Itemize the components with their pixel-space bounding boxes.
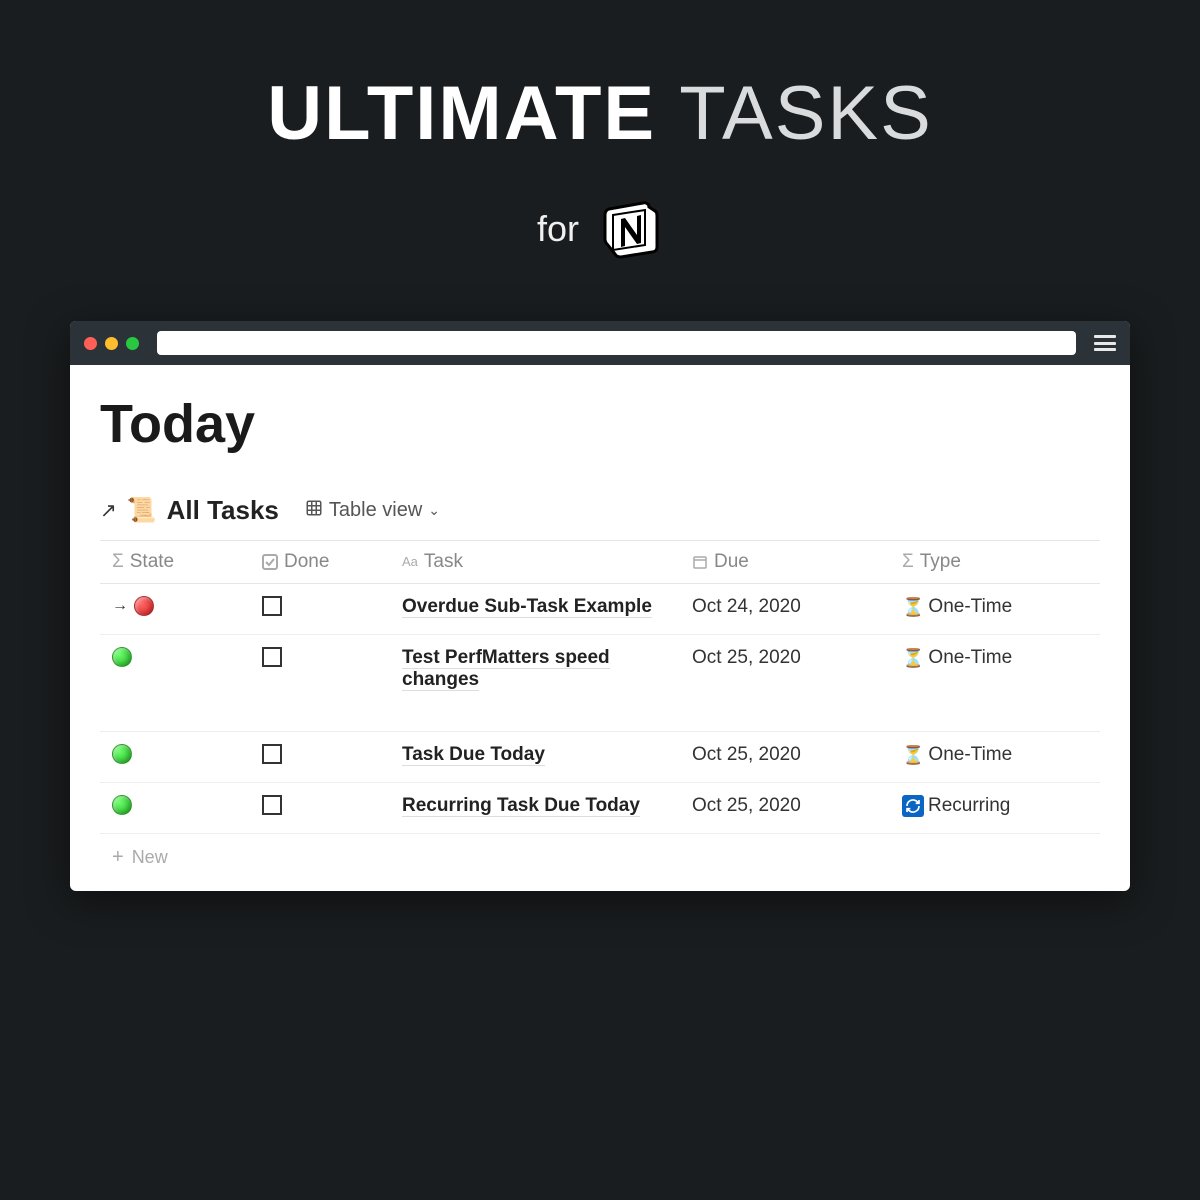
done-cell bbox=[250, 732, 390, 783]
text-icon: Aa bbox=[402, 554, 418, 569]
col-header-done[interactable]: Done bbox=[250, 541, 390, 584]
page-title: Today bbox=[100, 393, 1100, 455]
table-row[interactable]: →Overdue Sub-Task ExampleOct 24, 2020⏳On… bbox=[100, 584, 1100, 635]
task-cell[interactable]: Task Due Today bbox=[390, 732, 680, 783]
type-label: One-Time bbox=[928, 744, 1012, 766]
green-status-dot-icon bbox=[112, 795, 132, 815]
type-cell: ⏳One-Time bbox=[890, 584, 1100, 635]
for-label: for bbox=[537, 208, 579, 250]
table-row[interactable]: Task Due TodayOct 25, 2020⏳One-Time bbox=[100, 732, 1100, 783]
database-header: ↗ 📜 All Tasks Table view ⌄ bbox=[100, 495, 1100, 526]
table-row[interactable]: Recurring Task Due Today Oct 25, 2020 Recu… bbox=[100, 783, 1100, 834]
traffic-lights bbox=[84, 337, 139, 350]
notion-logo-icon bbox=[599, 197, 663, 261]
url-bar[interactable] bbox=[157, 331, 1076, 355]
task-name: Recurring Task Due Today bbox=[402, 795, 640, 817]
subtask-arrow-icon: → bbox=[112, 597, 128, 615]
green-status-dot-icon bbox=[112, 647, 132, 667]
due-cell[interactable]: Oct 24, 2020 bbox=[680, 584, 890, 635]
maximize-dot-icon[interactable] bbox=[126, 337, 139, 350]
task-name: Test PerfMatters speed changes bbox=[402, 647, 610, 691]
sigma-icon: Σ bbox=[112, 551, 124, 573]
sigma-icon: Σ bbox=[902, 551, 914, 573]
table-header-row: ΣState Done AaTask Due bbox=[100, 541, 1100, 584]
checkbox-icon bbox=[262, 554, 278, 570]
hamburger-menu-icon[interactable] bbox=[1094, 335, 1116, 351]
type-cell: Recurring bbox=[890, 783, 1100, 834]
notion-page: Today ↗ 📜 All Tasks Table view ⌄ bbox=[70, 365, 1130, 891]
done-checkbox[interactable] bbox=[262, 744, 282, 764]
task-cell[interactable]: Recurring Task Due Today bbox=[390, 783, 680, 834]
done-cell bbox=[250, 783, 390, 834]
view-label: Table view bbox=[329, 499, 422, 522]
calendar-icon bbox=[692, 554, 708, 570]
task-cell[interactable]: Overdue Sub-Task Example bbox=[390, 584, 680, 635]
chevron-down-icon: ⌄ bbox=[428, 502, 440, 519]
hourglass-icon: ⏳ bbox=[902, 745, 924, 766]
col-header-type[interactable]: ΣType bbox=[890, 541, 1100, 584]
close-dot-icon[interactable] bbox=[84, 337, 97, 350]
new-row-label: New bbox=[132, 847, 168, 868]
type-label: One-Time bbox=[928, 596, 1012, 618]
type-cell: ⏳One-Time bbox=[890, 732, 1100, 783]
browser-window: Today ↗ 📜 All Tasks Table view ⌄ bbox=[70, 321, 1130, 891]
col-header-task[interactable]: AaTask bbox=[390, 541, 680, 584]
hero-title: ULTIMATE TASKS bbox=[0, 70, 1200, 157]
hero-subline: for bbox=[0, 197, 1200, 261]
col-header-state[interactable]: ΣState bbox=[100, 541, 250, 584]
done-cell bbox=[250, 584, 390, 635]
task-cell[interactable]: Test PerfMatters speed changes bbox=[390, 635, 680, 732]
type-label: One-Time bbox=[928, 647, 1012, 669]
view-switcher[interactable]: Table view ⌄ bbox=[305, 499, 440, 523]
new-row-button[interactable]: + New bbox=[100, 834, 1100, 881]
type-label: Recurring bbox=[928, 795, 1010, 817]
state-cell bbox=[100, 732, 250, 783]
due-cell[interactable]: Oct 25, 2020 bbox=[680, 635, 890, 732]
tasks-table: ΣState Done AaTask Due bbox=[100, 540, 1100, 834]
due-cell[interactable]: Oct 25, 2020 bbox=[680, 732, 890, 783]
open-link-icon[interactable]: ↗ bbox=[100, 498, 117, 523]
done-checkbox[interactable] bbox=[262, 647, 282, 667]
hourglass-icon: ⏳ bbox=[902, 597, 924, 618]
browser-titlebar bbox=[70, 321, 1130, 365]
state-cell bbox=[100, 635, 250, 732]
plus-icon: + bbox=[112, 846, 124, 869]
hero-title-thin: TASKS bbox=[679, 71, 933, 156]
hero-title-bold: ULTIMATE bbox=[267, 71, 656, 156]
hourglass-icon: ⏳ bbox=[902, 648, 924, 669]
table-view-icon bbox=[305, 499, 323, 523]
done-checkbox[interactable] bbox=[262, 596, 282, 616]
recurring-icon bbox=[902, 795, 924, 817]
green-status-dot-icon bbox=[112, 744, 132, 764]
database-title[interactable]: All Tasks bbox=[167, 495, 279, 526]
col-header-due[interactable]: Due bbox=[680, 541, 890, 584]
state-cell: → bbox=[100, 584, 250, 635]
red-status-dot-icon bbox=[134, 596, 154, 616]
task-name: Task Due Today bbox=[402, 744, 545, 766]
hero: ULTIMATE TASKS for bbox=[0, 0, 1200, 261]
task-name: Overdue Sub-Task Example bbox=[402, 596, 652, 618]
state-cell bbox=[100, 783, 250, 834]
minimize-dot-icon[interactable] bbox=[105, 337, 118, 350]
table-row[interactable]: Test PerfMatters speed changes Oct 25, 20… bbox=[100, 635, 1100, 732]
due-cell[interactable]: Oct 25, 2020 bbox=[680, 783, 890, 834]
done-checkbox[interactable] bbox=[262, 795, 282, 815]
done-cell bbox=[250, 635, 390, 732]
scroll-icon: 📜 bbox=[127, 496, 157, 525]
type-cell: ⏳One-Time bbox=[890, 635, 1100, 732]
